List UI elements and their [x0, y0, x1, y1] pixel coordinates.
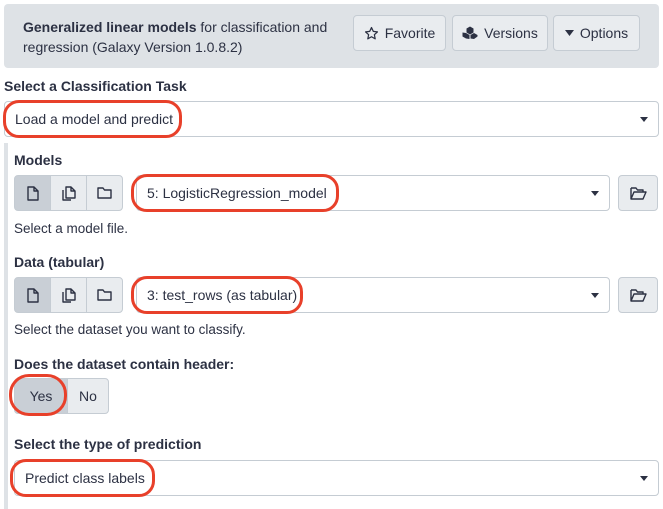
dataset-collection-button[interactable]	[86, 175, 123, 211]
multiple-datasets-button[interactable]	[50, 175, 87, 211]
tool-title: Generalized linear models for classifica…	[23, 17, 353, 57]
prediction-select[interactable]: Predict class labels	[14, 460, 659, 496]
header-no-label: No	[79, 388, 97, 404]
task-select[interactable]: Load a model and predict	[4, 101, 659, 137]
caret-down-icon	[564, 30, 574, 36]
models-select-value: 5: LogisticRegression_model	[147, 185, 327, 201]
star-icon	[364, 26, 378, 39]
section-indent-bar	[4, 143, 8, 509]
caret-down-icon	[640, 117, 648, 122]
versions-icon	[462, 26, 478, 39]
header-question-label: Does the dataset contain header:	[14, 356, 235, 372]
models-label: Models	[14, 152, 63, 168]
versions-label: Versions	[484, 25, 538, 41]
files-icon	[61, 185, 76, 201]
favorite-label: Favorite	[384, 25, 436, 41]
prediction-label: Select the type of prediction	[14, 436, 202, 452]
data-browse-button[interactable]	[618, 277, 658, 313]
prediction-select-value: Predict class labels	[25, 470, 145, 486]
header-no-option[interactable]: No	[67, 378, 109, 414]
folder-icon	[97, 289, 112, 301]
data-source-group	[14, 277, 123, 313]
task-label: Select a Classification Task	[4, 78, 187, 94]
single-dataset-button[interactable]	[14, 175, 51, 211]
data-select-value: 3: test_rows (as tabular)	[147, 287, 298, 303]
folder-open-icon	[629, 186, 647, 200]
file-icon	[26, 185, 39, 201]
header-yes-option[interactable]: Yes	[14, 378, 68, 414]
data-help: Select the dataset you want to classify.	[14, 322, 246, 337]
folder-icon	[97, 187, 112, 199]
caret-down-icon	[591, 293, 599, 298]
models-browse-button[interactable]	[618, 175, 658, 211]
single-dataset-button[interactable]	[14, 277, 51, 313]
favorite-button[interactable]: Favorite	[353, 15, 446, 51]
task-select-value: Load a model and predict	[15, 111, 173, 127]
models-source-group	[14, 175, 123, 211]
options-button[interactable]: Options	[553, 15, 640, 51]
header-yes-label: Yes	[29, 388, 53, 404]
models-help: Select a model file.	[14, 221, 129, 236]
dataset-collection-button[interactable]	[86, 277, 123, 313]
data-label: Data (tabular)	[14, 254, 105, 270]
tool-header: Generalized linear models for classifica…	[4, 4, 659, 68]
caret-down-icon	[591, 191, 599, 196]
multiple-datasets-button[interactable]	[50, 277, 87, 313]
files-icon	[61, 287, 76, 303]
header-toggle: Yes No	[14, 378, 109, 414]
caret-down-icon	[640, 476, 648, 481]
options-label: Options	[579, 25, 629, 41]
folder-open-icon	[629, 288, 647, 302]
file-icon	[26, 287, 39, 303]
versions-button[interactable]: Versions	[452, 15, 548, 51]
tool-name: Generalized linear models	[23, 19, 197, 35]
models-select[interactable]: 5: LogisticRegression_model	[136, 175, 610, 211]
data-select[interactable]: 3: test_rows (as tabular)	[136, 277, 610, 313]
